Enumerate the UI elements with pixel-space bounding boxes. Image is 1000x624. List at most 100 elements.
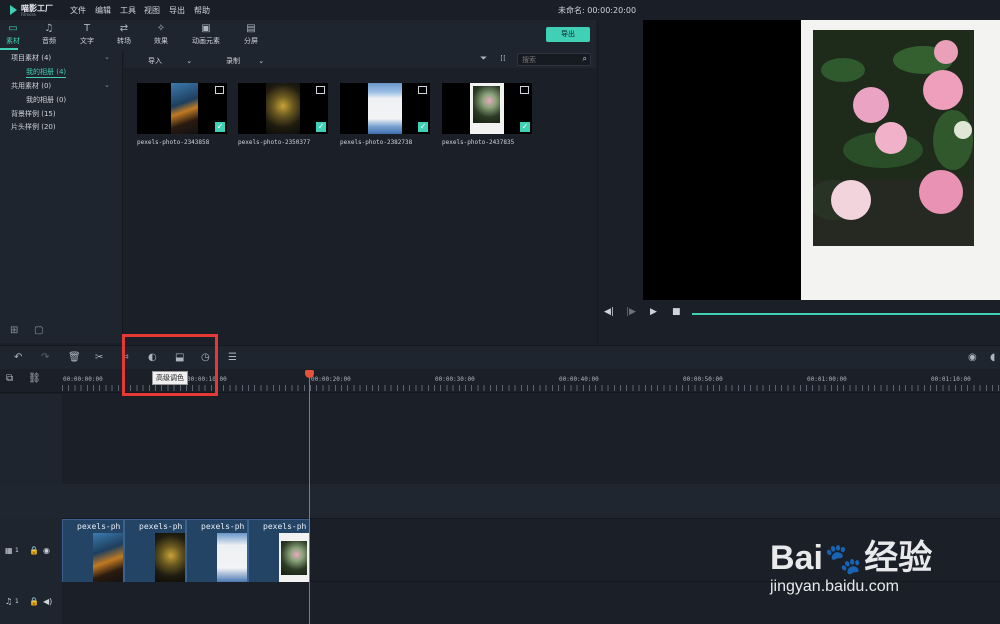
logo-subtext: Filmora bbox=[21, 12, 36, 17]
check-icon: ✓ bbox=[215, 122, 225, 132]
menu-help[interactable]: 帮助 bbox=[194, 5, 210, 16]
tab-effects-label: 效果 bbox=[154, 37, 168, 45]
timeline-clip[interactable]: pexels-ph bbox=[62, 519, 124, 583]
image-type-icon bbox=[215, 86, 224, 94]
folder-icon[interactable]: ▢ bbox=[34, 325, 43, 336]
ruler-label: 00:00:40:00 bbox=[559, 376, 599, 383]
sidebar-item-backgrounds[interactable]: 背景样例 (15) bbox=[11, 109, 56, 119]
media-toolbar: 导入 ⌄ 录制 ⌄ ⏷ ⁞⁞ ⌕ bbox=[124, 51, 596, 68]
link-icon[interactable]: ⛓ bbox=[28, 373, 41, 384]
chevron-down-icon[interactable]: ⌄ bbox=[104, 81, 110, 89]
undo-icon[interactable]: ↶ bbox=[14, 352, 22, 363]
export-button[interactable]: 导出 bbox=[546, 27, 590, 42]
search-icon[interactable]: ⌕ bbox=[583, 54, 587, 64]
speaker-icon[interactable]: ◀) bbox=[43, 597, 52, 606]
clip-thumbnail bbox=[93, 533, 123, 582]
watermark-brand: Bai🐾经验 bbox=[770, 530, 932, 579]
tab-effects[interactable]: ✧ 效果 bbox=[144, 23, 178, 46]
sidebar-item-shared-album[interactable]: 我的相册 (0) bbox=[26, 95, 66, 105]
sidebar-item-my-album[interactable]: 我的相册 (4) bbox=[26, 67, 67, 78]
tab-media[interactable]: ▭ 素材 bbox=[0, 23, 30, 50]
audio-track-number: 1 bbox=[15, 598, 19, 605]
chevron-down-icon[interactable]: ⌄ bbox=[104, 53, 110, 61]
logo-mark-icon bbox=[10, 5, 17, 15]
clip-thumbnail bbox=[155, 533, 185, 582]
render-preview-icon[interactable]: ◉ bbox=[968, 352, 977, 363]
ruler-label: 00:00:00:00 bbox=[63, 376, 103, 383]
check-icon: ✓ bbox=[520, 122, 530, 132]
preview-progress-bar[interactable] bbox=[692, 313, 1000, 315]
cut-icon[interactable]: ✂ bbox=[95, 352, 103, 363]
media-thumbnail[interactable]: ✓ bbox=[340, 83, 430, 134]
clip-title: pexels-ph bbox=[201, 522, 245, 531]
menu-export[interactable]: 导出 bbox=[169, 5, 185, 16]
timeline-empty-area[interactable] bbox=[62, 394, 1000, 484]
timeline-clip[interactable]: pexels-ph bbox=[124, 519, 186, 583]
image-type-icon bbox=[520, 86, 529, 94]
timeline-empty-track[interactable] bbox=[0, 484, 1000, 518]
tab-elements-label: 动画元素 bbox=[192, 37, 220, 45]
search-input[interactable] bbox=[522, 55, 576, 65]
library-tabs: ▭ 素材 ♫ 音频 T 文字 ⇄ 转场 ✧ 效果 ▣ 动画元素 ▤ 分屏 bbox=[0, 20, 596, 51]
tab-split-screen[interactable]: ▤ 分屏 bbox=[234, 23, 268, 46]
app-logo: 喵影工厂 Filmora bbox=[10, 3, 53, 17]
next-frame-icon[interactable]: |▶ bbox=[626, 307, 636, 317]
menu-file[interactable]: 文件 bbox=[70, 5, 86, 16]
tab-audio[interactable]: ♫ 音频 bbox=[32, 23, 66, 46]
timeline-clip[interactable]: pexels-ph bbox=[186, 519, 248, 583]
lock-icon[interactable]: 🔒 bbox=[29, 546, 39, 555]
filter-icon[interactable]: ⏷ bbox=[480, 54, 487, 64]
tab-elements[interactable]: ▣ 动画元素 bbox=[184, 23, 228, 46]
playback-controls: ◀| |▶ ▶ ■ bbox=[598, 303, 1000, 321]
sidebar-item-project-media[interactable]: 项目素材 (4) bbox=[11, 53, 51, 63]
watermark-brand-text: Bai bbox=[770, 539, 823, 577]
eye-icon[interactable]: ◉ bbox=[43, 546, 50, 555]
effects-icon: ✧ bbox=[156, 23, 166, 34]
delete-icon[interactable]: 🗑 bbox=[68, 352, 81, 363]
media-thumbnail[interactable]: ✓ bbox=[137, 83, 227, 134]
menu-edit[interactable]: 编辑 bbox=[95, 5, 111, 16]
search-box[interactable]: ⌕ bbox=[517, 53, 591, 66]
redo-icon[interactable]: ↷ bbox=[41, 352, 49, 363]
menu-view[interactable]: 视图 bbox=[144, 5, 160, 16]
clip-thumbnail bbox=[279, 533, 309, 582]
transition-icon: ⇄ bbox=[119, 23, 129, 34]
timeline-clip[interactable]: pexels-ph bbox=[248, 519, 310, 583]
text-icon: T bbox=[83, 23, 91, 34]
record-label: 录制 bbox=[226, 57, 240, 65]
previous-frame-icon[interactable]: ◀| bbox=[604, 307, 614, 317]
snap-icon[interactable]: ⧉ bbox=[6, 373, 13, 384]
grid-view-icon[interactable]: ⁞⁞ bbox=[500, 54, 506, 64]
import-dropdown[interactable]: 导入 ⌄ bbox=[148, 56, 192, 66]
preview-panel: ◀| |▶ ▶ ■ bbox=[597, 20, 1000, 343]
check-icon: ✓ bbox=[418, 122, 428, 132]
media-thumbnail[interactable]: ✓ bbox=[442, 83, 532, 134]
sidebar-item-intros[interactable]: 片头样例 (20) bbox=[11, 122, 56, 132]
stop-icon[interactable]: ■ bbox=[672, 307, 681, 317]
photo-image bbox=[266, 83, 300, 134]
media-thumbnail[interactable]: ✓ bbox=[238, 83, 328, 134]
video-track-number: 1 bbox=[15, 547, 19, 554]
preview-screen[interactable] bbox=[643, 20, 1000, 300]
record-dropdown[interactable]: 录制 ⌄ bbox=[226, 56, 264, 66]
media-name: pexels-photo-2343858 bbox=[137, 139, 210, 146]
new-folder-icon[interactable]: ⊞ bbox=[10, 325, 18, 336]
lock-icon[interactable]: 🔒 bbox=[29, 597, 39, 606]
check-icon: ✓ bbox=[316, 122, 326, 132]
tab-text[interactable]: T 文字 bbox=[70, 23, 104, 46]
menu-tools[interactable]: 工具 bbox=[120, 5, 136, 16]
tab-audio-label: 音频 bbox=[42, 37, 56, 45]
preview-photo bbox=[801, 20, 1000, 300]
play-icon[interactable]: ▶ bbox=[650, 307, 657, 317]
elements-icon: ▣ bbox=[201, 23, 211, 34]
clip-title: pexels-ph bbox=[263, 522, 307, 531]
chevron-down-icon: ⌄ bbox=[186, 57, 193, 65]
media-name: pexels-photo-2382738 bbox=[340, 139, 413, 146]
tab-transition[interactable]: ⇄ 转场 bbox=[107, 23, 141, 46]
tab-transition-label: 转场 bbox=[117, 37, 131, 45]
playhead[interactable] bbox=[305, 370, 314, 624]
marker-icon[interactable]: ◖ bbox=[990, 352, 995, 363]
sidebar-item-shared-media[interactable]: 共用素材 (0) bbox=[11, 81, 51, 91]
split-screen-icon: ▤ bbox=[246, 23, 256, 34]
adjust-icon[interactable]: ☰ bbox=[228, 352, 237, 363]
